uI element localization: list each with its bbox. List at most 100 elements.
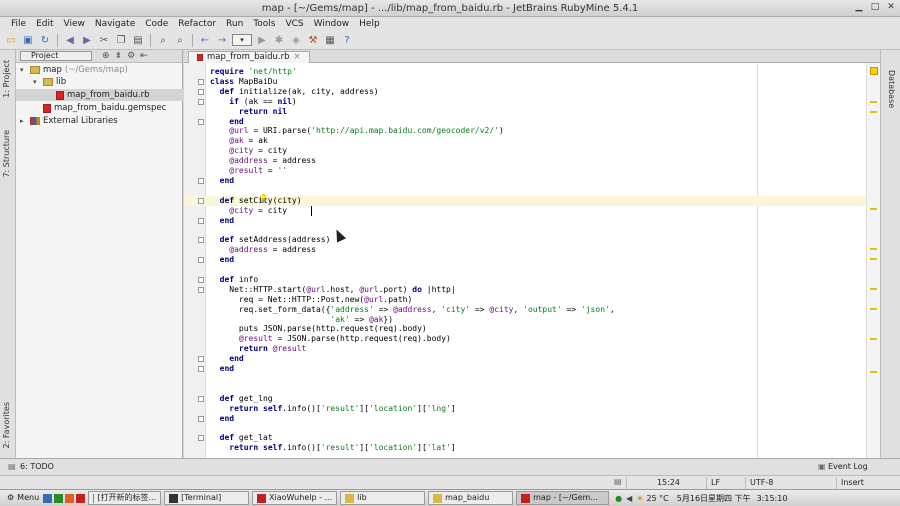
menu-window[interactable]: Window [309, 19, 355, 29]
fold-marker-icon[interactable] [198, 78, 204, 85]
debug-icon[interactable]: ✱ [272, 33, 286, 47]
code-line[interactable]: Net::HTTP.start(@url.host, @url.port) do… [210, 285, 455, 295]
code-line[interactable]: @address = address [210, 156, 316, 166]
project-view-selector[interactable]: Project [20, 51, 92, 61]
code-line[interactable]: end [210, 216, 234, 226]
editor-error-stripe[interactable] [866, 63, 880, 458]
open-folder-icon[interactable]: ▭ [4, 33, 18, 47]
event-log-tab[interactable]: Event Log [828, 462, 868, 471]
code-line[interactable]: @result = JSON.parse(http.request(req).b… [210, 334, 451, 344]
warning-marker[interactable] [870, 288, 877, 290]
warning-marker[interactable] [870, 101, 877, 103]
menu-code[interactable]: Code [140, 19, 173, 29]
code-line[interactable]: end [210, 176, 234, 186]
cut-icon[interactable]: ✂ [97, 33, 111, 47]
code-line[interactable]: @ak = ak [210, 136, 268, 146]
task-lib[interactable]: lib [340, 491, 426, 505]
find-icon[interactable]: ⌕ [156, 33, 170, 47]
code-editor[interactable]: require 'net/http' class MapBaiDu def ini… [184, 63, 880, 458]
tab-structure[interactable]: 7: Structure [2, 130, 11, 178]
warning-marker[interactable] [870, 111, 877, 113]
replace-icon[interactable]: ⌕ [173, 33, 187, 47]
code-line[interactable]: end [210, 364, 234, 374]
todo-tab[interactable]: 6: TODO [20, 462, 54, 471]
collapse-all-icon[interactable]: ⇟ [115, 51, 123, 61]
fold-marker-icon[interactable] [198, 435, 204, 442]
warning-marker[interactable] [870, 371, 877, 373]
warning-marker[interactable] [870, 208, 877, 210]
fold-marker-icon[interactable] [198, 415, 204, 422]
hide-panel-icon[interactable]: ⇤ [140, 51, 148, 61]
save-icon[interactable]: ▣ [21, 33, 35, 47]
code-line[interactable]: def setAddress(address) [210, 235, 331, 245]
fold-marker-icon[interactable] [198, 88, 204, 95]
menu-view[interactable]: View [59, 19, 90, 29]
tree-item-map-from-baidu-rb[interactable]: map_from_baidu.rb [16, 89, 183, 101]
task-map-baidu[interactable]: map_baidu [428, 491, 514, 505]
fold-marker-icon[interactable] [198, 395, 204, 402]
code-line[interactable]: def get_lat [210, 433, 273, 443]
code-line[interactable]: if (ak == nil) [210, 97, 296, 107]
menu-tools[interactable]: Tools [248, 19, 280, 29]
code-line[interactable]: end [210, 354, 243, 364]
warning-marker[interactable] [870, 258, 877, 260]
start-menu-button[interactable]: ⚙ Menu [3, 491, 43, 505]
scroll-from-source-icon[interactable]: ⊕ [102, 51, 110, 61]
code-line[interactable]: class MapBaiDu [210, 77, 277, 87]
menu-run[interactable]: Run [221, 19, 248, 29]
menu-navigate[interactable]: Navigate [90, 19, 140, 29]
undo-icon[interactable]: ◀ [63, 33, 77, 47]
tab-project[interactable]: 1: Project [2, 60, 11, 98]
code-line[interactable]: end [210, 255, 234, 265]
collapse-arrow-icon[interactable]: ▾ [20, 64, 27, 76]
tab-favorites[interactable]: 2: Favorites [2, 402, 11, 448]
menu-edit[interactable]: Edit [31, 19, 58, 29]
forward-icon[interactable]: → [215, 33, 229, 47]
maximize-icon[interactable]: □ [870, 2, 880, 12]
tree-item-map[interactable]: ▾ map (~/Gems/map) [16, 64, 183, 76]
code-line[interactable]: def initialize(ak, city, address) [210, 87, 379, 97]
code-line[interactable]: @city = city [210, 206, 287, 216]
volume-icon[interactable]: ◀ [626, 494, 632, 503]
warning-marker[interactable] [870, 248, 877, 250]
tab-database[interactable]: Database [887, 70, 896, 108]
desktop-launcher-icon[interactable] [43, 493, 53, 503]
close-icon[interactable]: ✕ [886, 2, 896, 12]
fold-marker-icon[interactable] [198, 118, 204, 125]
tree-item-lib[interactable]: ▾ lib [16, 76, 183, 88]
tab-map-from-baidu[interactable]: map_from_baidu.rb × [188, 51, 310, 63]
code-line[interactable]: def get_lng [210, 394, 273, 404]
menu-help[interactable]: Help [354, 19, 385, 29]
fold-marker-icon[interactable] [198, 177, 204, 184]
code-line[interactable]: return self.info()['result']['location']… [210, 443, 455, 453]
network-icon[interactable]: ● [615, 494, 622, 503]
menu-refactor[interactable]: Refactor [173, 19, 221, 29]
code-line[interactable]: req.set_form_data({'address' => @address… [210, 305, 615, 315]
task-rubymine[interactable]: map - [~/Gem... [516, 491, 610, 505]
code-line[interactable]: end [210, 117, 243, 127]
coverage-icon[interactable]: ◈ [289, 33, 303, 47]
code-line[interactable]: 'ak' => @ak}) [210, 315, 393, 325]
minimize-icon[interactable]: ▁ [854, 2, 864, 12]
code-line[interactable]: req = Net::HTTP::Post.new(@url.path) [210, 295, 412, 305]
collapse-arrow-icon[interactable]: ▾ [33, 76, 40, 88]
caret-position[interactable]: 15:24 [626, 477, 706, 489]
fold-marker-icon[interactable] [198, 197, 204, 204]
paste-icon[interactable]: ▤ [131, 33, 145, 47]
code-line[interactable]: puts JSON.parse(http.request(req).body) [210, 324, 427, 334]
run-icon[interactable]: ▶ [255, 33, 269, 47]
help-icon[interactable]: ? [340, 33, 354, 47]
sync-icon[interactable]: ↻ [38, 33, 52, 47]
code-line[interactable]: require 'net/http' [210, 67, 297, 77]
code-line[interactable]: @result = '' [210, 166, 287, 176]
tree-item-external-libraries[interactable]: ▸ External Libraries [16, 115, 183, 127]
expand-arrow-icon[interactable]: ▸ [20, 115, 27, 127]
warning-marker[interactable] [870, 338, 877, 340]
warning-marker[interactable] [870, 308, 877, 310]
fold-marker-icon[interactable] [198, 276, 204, 283]
code-line[interactable]: @city = city [210, 146, 287, 156]
structure-icon[interactable]: ▦ [323, 33, 337, 47]
task-browser[interactable]: [打开新的标签... [88, 491, 162, 505]
code-line[interactable]: def info [210, 275, 259, 285]
task-terminal[interactable]: [Terminal] [164, 491, 250, 505]
